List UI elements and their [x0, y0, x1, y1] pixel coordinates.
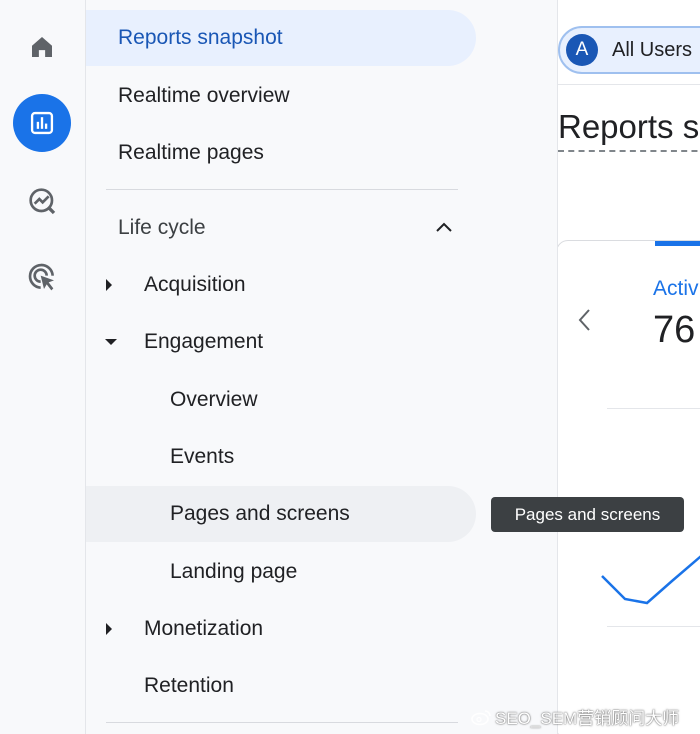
chevron-left-icon[interactable] — [575, 305, 595, 335]
nav-item-label: Acquisition — [144, 273, 246, 296]
explore-button[interactable] — [13, 172, 71, 230]
nav-divider — [106, 722, 458, 723]
nav-item-label: Realtime pages — [118, 141, 264, 164]
nav-item-events[interactable]: Events — [170, 429, 234, 485]
metric-value: 76 — [653, 309, 696, 351]
sparkline-chart — [601, 555, 700, 605]
nav-item-label: Events — [170, 445, 235, 468]
weibo-logo-icon — [471, 709, 491, 725]
bar-chart-icon — [30, 111, 54, 135]
nav-item-acquisition[interactable]: Acquisition — [144, 257, 246, 313]
metric-card: Activ 76 — [558, 240, 700, 734]
icon-rail — [0, 0, 86, 734]
nav-item-label: Retention — [144, 674, 234, 697]
reports-nav-panel: Reports snapshot Realtime overview Realt… — [86, 0, 558, 734]
card-divider — [607, 408, 700, 409]
nav-item-engagement[interactable]: Engagement — [144, 314, 263, 370]
caret-right-icon[interactable] — [104, 257, 118, 313]
nav-item-label: Realtime overview — [118, 84, 290, 107]
reports-button[interactable] — [13, 94, 71, 152]
home-icon — [32, 37, 52, 57]
tooltip: Pages and screens — [491, 497, 684, 532]
advertising-icon — [28, 263, 54, 291]
nav-item-pages-and-screens[interactable]: Pages and screens — [86, 486, 476, 542]
advertising-button[interactable] — [13, 248, 71, 306]
avatar: A — [566, 34, 598, 66]
comparison-chip-all-users[interactable]: A All Users — [558, 26, 700, 74]
section-header-life-cycle[interactable]: Life cycle — [118, 200, 206, 256]
nav-item-label: Landing page — [170, 560, 298, 583]
caret-down-icon[interactable] — [104, 314, 118, 370]
nav-item-label: Overview — [170, 388, 258, 411]
caret-right-icon[interactable] — [104, 601, 118, 657]
metric-label[interactable]: Activ — [653, 277, 699, 301]
nav-item-retention[interactable]: Retention — [144, 658, 234, 714]
card-active-tab-indicator — [655, 241, 700, 246]
home-button[interactable] — [13, 18, 71, 76]
nav-item-overview[interactable]: Overview — [170, 372, 258, 428]
nav-item-landing-page[interactable]: Landing page — [170, 544, 297, 600]
nav-item-realtime-overview[interactable]: Realtime overview — [118, 68, 290, 124]
chevron-up-icon[interactable] — [434, 219, 454, 235]
section-label: Life cycle — [118, 216, 206, 239]
nav-item-monetization[interactable]: Monetization — [144, 601, 263, 657]
nav-item-label: Pages and screens — [170, 502, 350, 525]
nav-item-label: Reports snapshot — [118, 26, 283, 49]
nav-item-label: Engagement — [144, 330, 264, 353]
chip-label: All Users — [612, 38, 693, 61]
main-content: A All Users Reports s Activ 76 — [558, 0, 700, 734]
page-title: Reports s — [558, 108, 700, 152]
nav-divider — [106, 189, 458, 190]
card-divider — [607, 626, 700, 627]
explore-icon — [29, 188, 56, 215]
watermark: SEO_SEM营销顾问大师 — [470, 704, 679, 729]
header-divider — [558, 84, 700, 85]
nav-item-realtime-pages[interactable]: Realtime pages — [118, 125, 264, 181]
nav-item-label: Monetization — [144, 617, 264, 640]
watermark-text: SEO_SEM营销顾问大师 — [495, 709, 680, 728]
nav-item-reports-snapshot[interactable]: Reports snapshot — [86, 10, 476, 66]
